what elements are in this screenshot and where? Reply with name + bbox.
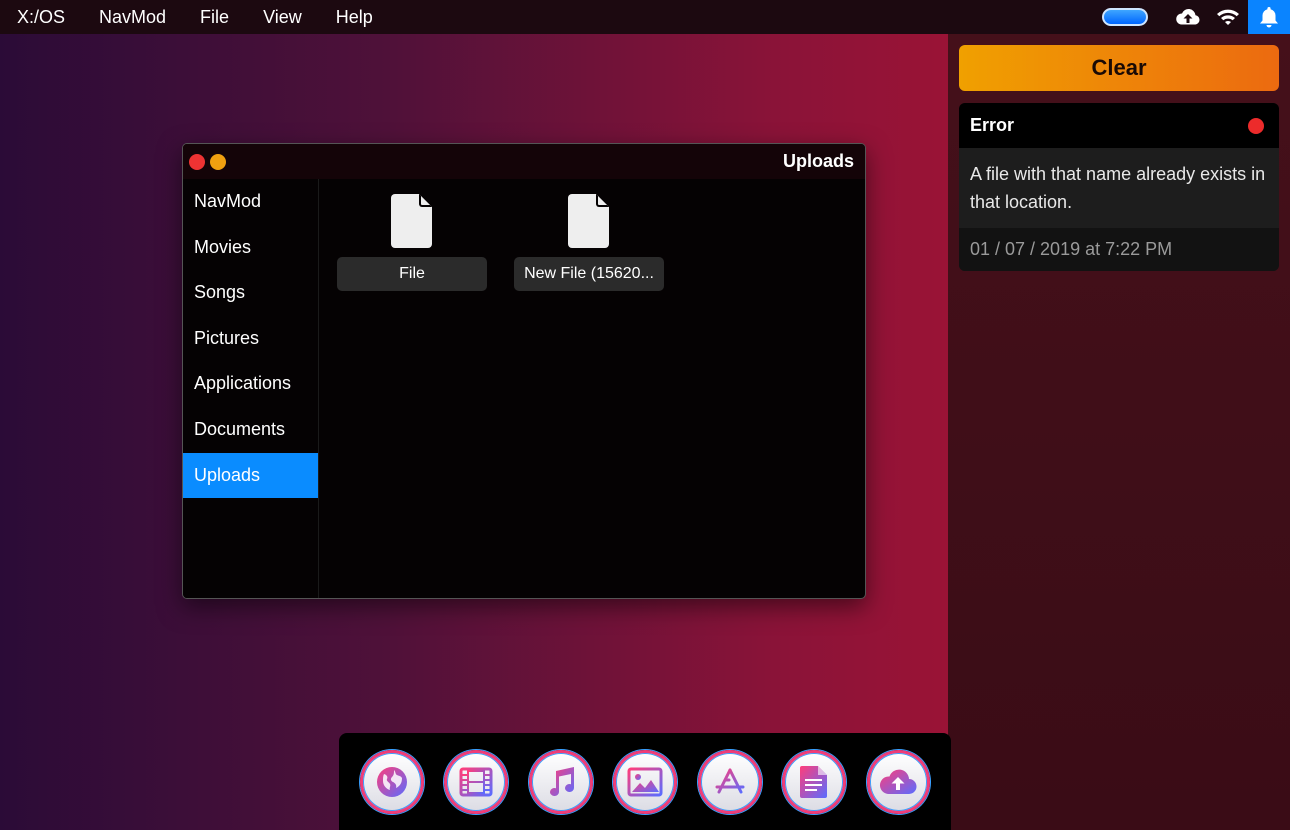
menu-view[interactable]: View — [246, 0, 319, 34]
dock — [339, 733, 951, 830]
battery-icon[interactable] — [1102, 8, 1148, 26]
cloud-upload-icon — [880, 769, 917, 794]
sidebar-item-applications[interactable]: Applications — [183, 361, 318, 407]
menu-tray — [1102, 0, 1290, 34]
window-titlebar[interactable]: Uploads — [183, 144, 865, 179]
menu-os[interactable]: X:/OS — [0, 0, 82, 34]
uploads-window: Uploads NavMod Movies Songs Pictures App… — [182, 143, 866, 599]
error-status-dot — [1248, 117, 1264, 134]
notification-title: Error — [970, 115, 1015, 135]
app-store-icon — [715, 768, 745, 793]
file-icon — [568, 194, 609, 248]
wifi-icon[interactable] — [1208, 0, 1248, 34]
globe-icon — [376, 766, 407, 797]
window-body: NavMod Movies Songs Pictures Application… — [183, 179, 865, 598]
window-minimize-button[interactable] — [210, 153, 226, 170]
window-close-button[interactable] — [189, 153, 205, 170]
dock-app-documents[interactable] — [782, 749, 847, 814]
sidebar-item-documents[interactable]: Documents — [183, 407, 318, 453]
file-item[interactable]: New File (15620... — [514, 193, 664, 291]
file-name: New File (15620... — [514, 257, 664, 291]
picture-icon — [627, 767, 663, 796]
dock-app-navmod[interactable] — [360, 749, 424, 814]
file-icon — [391, 194, 432, 248]
dock-app-uploads[interactable] — [866, 749, 931, 814]
clear-notifications-button[interactable]: Clear — [959, 45, 1279, 91]
menu-bar: X:/OS NavMod File View Help — [0, 0, 1290, 34]
cloud-upload-icon[interactable] — [1168, 0, 1208, 34]
notification-card[interactable]: Error A file with that name already exis… — [959, 103, 1279, 271]
sidebar-item-uploads[interactable]: Uploads — [183, 452, 318, 499]
dock-app-songs[interactable] — [528, 749, 593, 814]
notification-header: Error — [959, 103, 1279, 148]
film-icon — [459, 767, 493, 796]
notification-message: A file with that name already exists in … — [959, 148, 1279, 228]
music-icon — [549, 766, 574, 796]
window-title: Uploads — [782, 151, 854, 171]
sidebar: NavMod Movies Songs Pictures Application… — [183, 179, 319, 598]
notification-timestamp: 01 / 07 / 2019 at 7:22 PM — [959, 228, 1279, 271]
sidebar-item-movies[interactable]: Movies — [183, 225, 318, 271]
sidebar-item-navmod[interactable]: NavMod — [183, 179, 318, 225]
dock-app-applications[interactable] — [697, 749, 762, 814]
menu-help[interactable]: Help — [319, 0, 390, 34]
file-name: File — [337, 257, 487, 291]
dock-app-pictures[interactable] — [613, 749, 678, 814]
menu-navmod[interactable]: NavMod — [82, 0, 183, 34]
menu-file[interactable]: File — [183, 0, 246, 34]
notification-panel: Clear Error A file with that name alread… — [948, 34, 1290, 830]
sidebar-item-pictures[interactable]: Pictures — [183, 316, 318, 362]
sidebar-item-songs[interactable]: Songs — [183, 270, 318, 316]
document-icon — [800, 765, 828, 798]
dock-app-movies[interactable] — [444, 749, 509, 814]
file-browser-content: File New File (15620... — [319, 179, 865, 598]
bell-icon[interactable] — [1248, 0, 1290, 34]
file-item[interactable]: File — [337, 193, 487, 291]
